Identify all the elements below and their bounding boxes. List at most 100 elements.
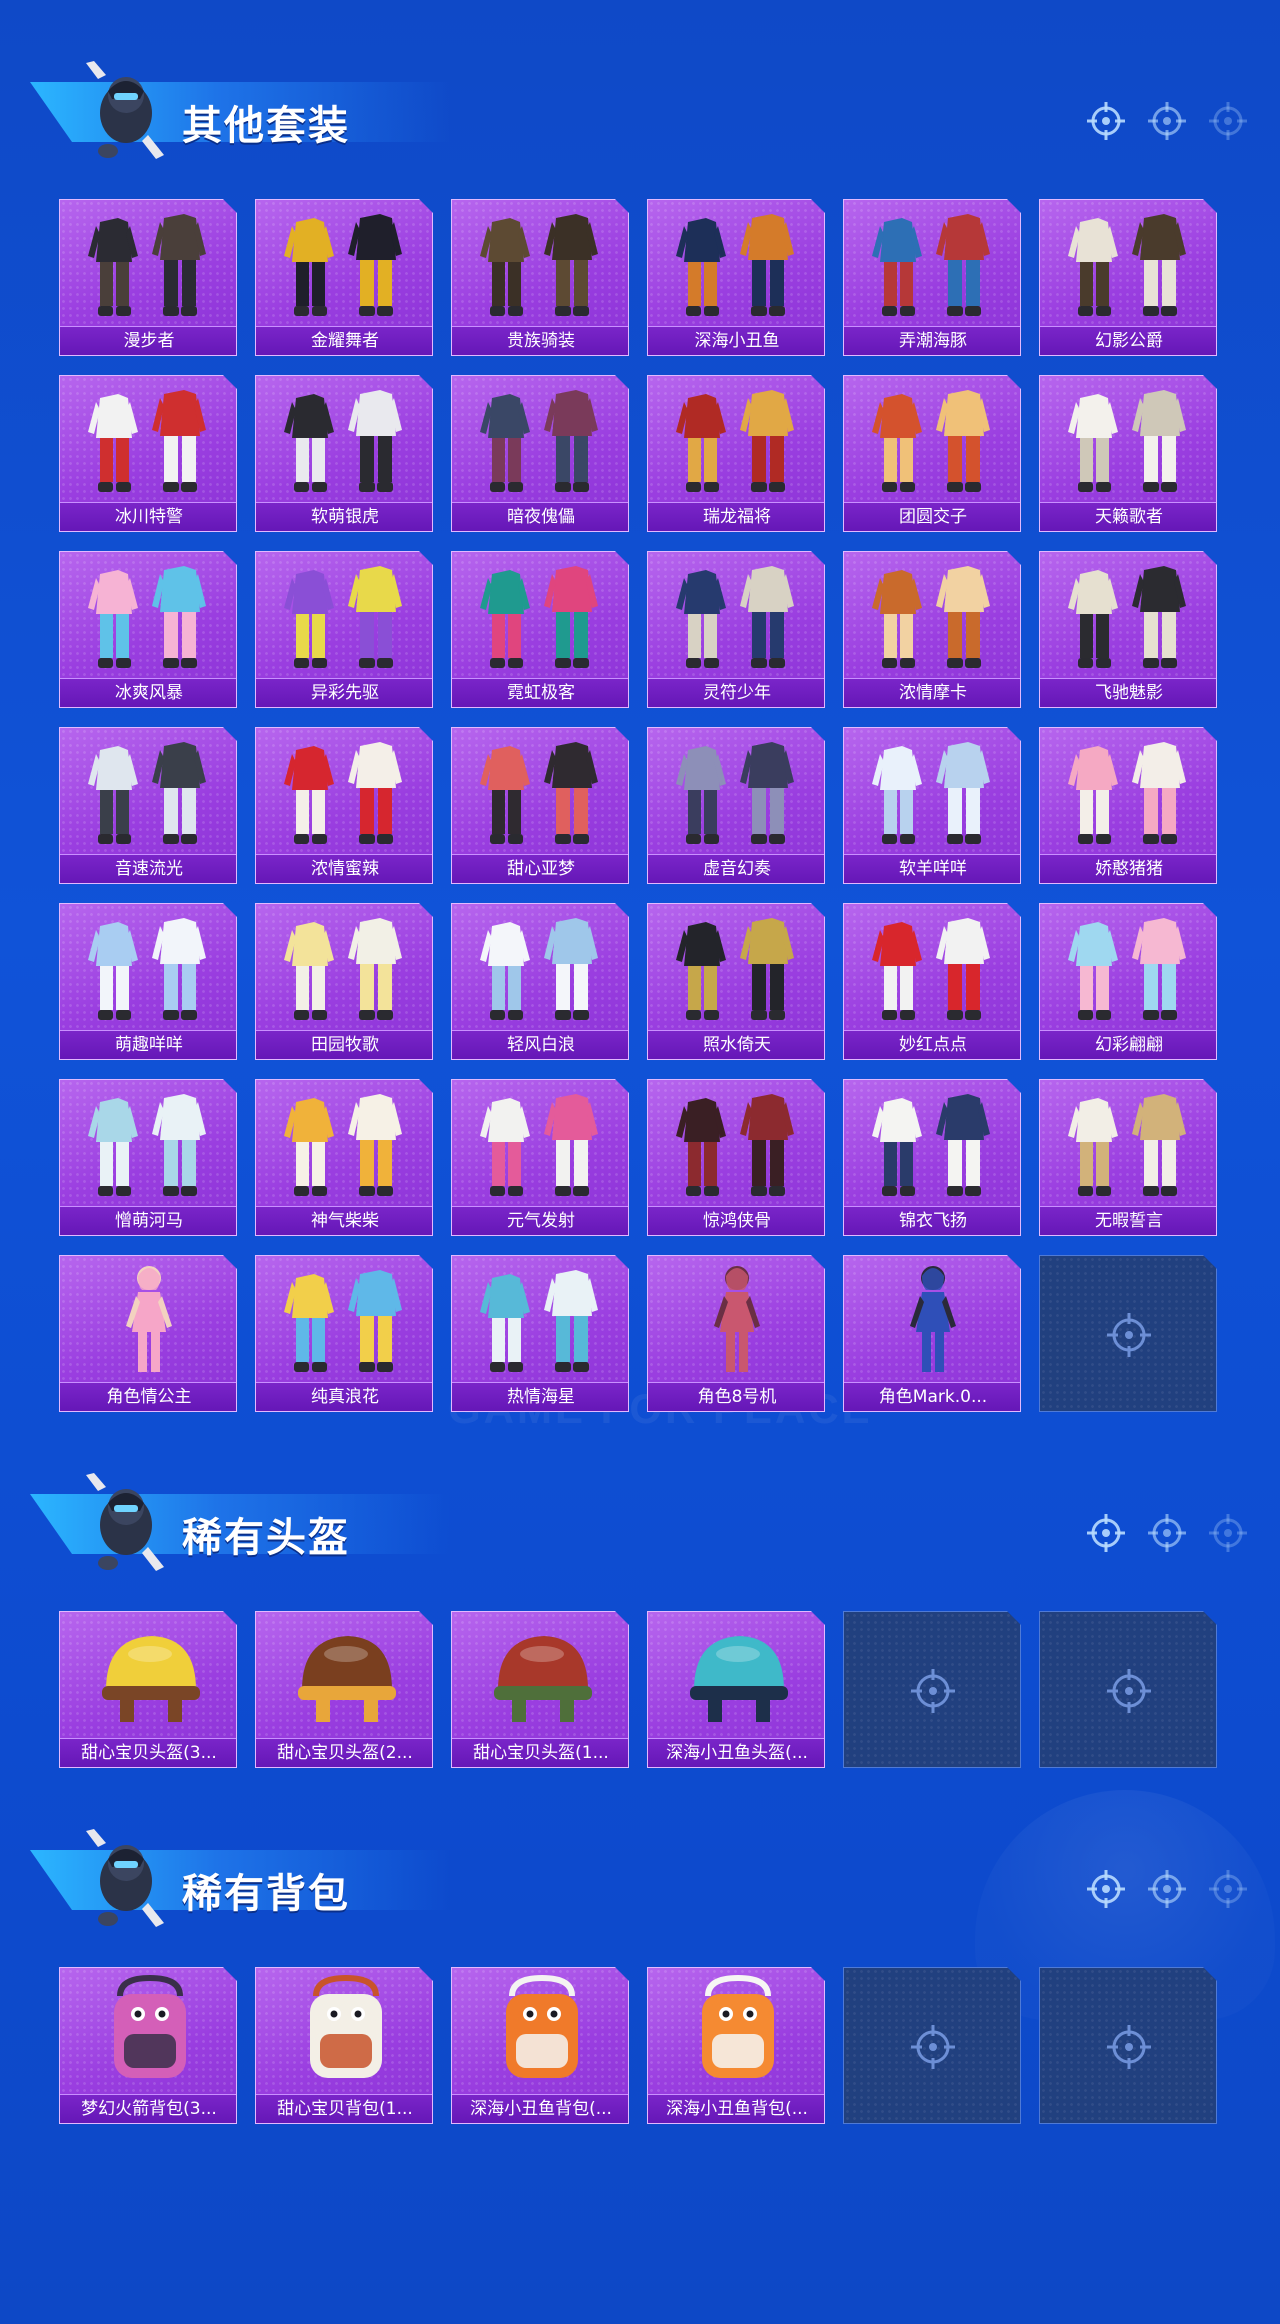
item-card[interactable]: 锦衣飞扬 bbox=[843, 1079, 1021, 1236]
item-grid: 梦幻火箭背包(3... 甜心宝贝背包(1... 深海小丑鱼背包(... 深海小丑鱼背包… bbox=[59, 1967, 1217, 2124]
section-rare-backpacks: 稀有背包 梦幻火箭背包(3... 甜心宝贝背包(1... 深海小丑鱼背包(... 深海… bbox=[0, 1823, 1280, 2124]
item-card[interactable]: 深海小丑鱼背包(... bbox=[647, 1967, 825, 2124]
outfit-image bbox=[284, 214, 402, 316]
item-label: 天籁歌者 bbox=[1040, 502, 1216, 531]
item-card[interactable]: 深海小丑鱼背包(... bbox=[451, 1967, 629, 2124]
soldier-mascot-icon bbox=[86, 61, 164, 159]
item-card[interactable]: 深海小丑鱼 bbox=[647, 199, 825, 356]
empty-slot bbox=[843, 1611, 1021, 1768]
crosshair-icon bbox=[1107, 1669, 1151, 1713]
item-label: 萌趣咩咩 bbox=[60, 1030, 236, 1059]
item-label: 热情海星 bbox=[452, 1382, 628, 1411]
item-card[interactable]: 漫步者 bbox=[59, 199, 237, 356]
outfit-image bbox=[1068, 390, 1186, 492]
item-card[interactable]: 天籁歌者 bbox=[1039, 375, 1217, 532]
section-header: 其他套装 bbox=[0, 55, 1280, 175]
outfit-image bbox=[676, 390, 794, 492]
item-label: 冰川特警 bbox=[60, 502, 236, 531]
item-label: 照水倚天 bbox=[648, 1030, 824, 1059]
item-label: 甜心宝贝背包(1... bbox=[256, 2094, 432, 2123]
item-label: 霓虹极客 bbox=[452, 678, 628, 707]
item-card[interactable]: 娇憨猪猪 bbox=[1039, 727, 1217, 884]
item-card[interactable]: 热情海星 bbox=[451, 1255, 629, 1412]
item-card[interactable]: 软萌银虎 bbox=[255, 375, 433, 532]
item-card[interactable]: 角色情公主 bbox=[59, 1255, 237, 1412]
item-label: 锦衣飞扬 bbox=[844, 1206, 1020, 1235]
crosshair-icon bbox=[1209, 1870, 1247, 1908]
item-card[interactable]: 瑞龙福将 bbox=[647, 375, 825, 532]
item-card[interactable]: 冰爽风暴 bbox=[59, 551, 237, 708]
section-other-outfits: 其他套装 漫步者 金耀舞者 贵族骑装 深海小丑鱼 弄潮海豚 幻影公爵冰川特警 软萌银虎 暗夜傀… bbox=[0, 55, 1280, 1425]
item-card[interactable]: 甜心宝贝头盔(3... bbox=[59, 1611, 237, 1768]
outfit-image bbox=[480, 1094, 598, 1196]
backpack-image bbox=[506, 1974, 578, 2078]
outfit-image bbox=[284, 566, 402, 668]
character-image bbox=[126, 1266, 172, 1372]
item-card[interactable]: 角色8号机 bbox=[647, 1255, 825, 1412]
item-card[interactable]: 田园牧歌 bbox=[255, 903, 433, 1060]
item-card[interactable]: 萌趣咩咩 bbox=[59, 903, 237, 1060]
outfit-image bbox=[676, 214, 794, 316]
item-label: 纯真浪花 bbox=[256, 1382, 432, 1411]
item-card[interactable]: 异彩先驱 bbox=[255, 551, 433, 708]
item-label: 深海小丑鱼背包(... bbox=[452, 2094, 628, 2123]
item-card[interactable]: 无暇誓言 bbox=[1039, 1079, 1217, 1236]
item-card[interactable]: 照水倚天 bbox=[647, 903, 825, 1060]
item-card[interactable]: 角色Mark.0... bbox=[843, 1255, 1021, 1412]
outfit-image bbox=[872, 390, 990, 492]
item-label: 田园牧歌 bbox=[256, 1030, 432, 1059]
item-card[interactable]: 梦幻火箭背包(3... bbox=[59, 1967, 237, 2124]
item-card[interactable]: 甜心宝贝头盔(1... bbox=[451, 1611, 629, 1768]
item-card[interactable]: 霓虹极客 bbox=[451, 551, 629, 708]
crosshair-icon bbox=[1107, 1313, 1151, 1357]
outfit-image bbox=[676, 742, 794, 844]
item-card[interactable]: 憎萌河马 bbox=[59, 1079, 237, 1236]
crosshair-icon bbox=[1087, 1870, 1125, 1908]
section-header: 稀有头盔 bbox=[0, 1467, 1280, 1587]
item-label: 漫步者 bbox=[60, 326, 236, 355]
outfit-image bbox=[480, 1270, 598, 1372]
backpack-image bbox=[310, 1974, 382, 2078]
item-card[interactable]: 幻影公爵 bbox=[1039, 199, 1217, 356]
item-card[interactable]: 贵族骑装 bbox=[451, 199, 629, 356]
item-label: 弄潮海豚 bbox=[844, 326, 1020, 355]
item-card[interactable]: 深海小丑鱼头盔(... bbox=[647, 1611, 825, 1768]
item-card[interactable]: 甜心宝贝头盔(2... bbox=[255, 1611, 433, 1768]
outfit-image bbox=[480, 918, 598, 1020]
item-card[interactable]: 虚音幻奏 bbox=[647, 727, 825, 884]
outfit-image bbox=[1068, 214, 1186, 316]
outfit-image bbox=[284, 1270, 402, 1372]
item-label: 音速流光 bbox=[60, 854, 236, 883]
item-card[interactable]: 飞驰魅影 bbox=[1039, 551, 1217, 708]
item-label: 贵族骑装 bbox=[452, 326, 628, 355]
item-label: 娇憨猪猪 bbox=[1040, 854, 1216, 883]
item-card[interactable]: 惊鸿侠骨 bbox=[647, 1079, 825, 1236]
item-card[interactable]: 浓情蜜辣 bbox=[255, 727, 433, 884]
item-card[interactable]: 纯真浪花 bbox=[255, 1255, 433, 1412]
item-card[interactable]: 暗夜傀儡 bbox=[451, 375, 629, 532]
item-label: 异彩先驱 bbox=[256, 678, 432, 707]
item-label: 暗夜傀儡 bbox=[452, 502, 628, 531]
outfit-image bbox=[480, 742, 598, 844]
item-label: 冰爽风暴 bbox=[60, 678, 236, 707]
item-label: 角色Mark.0... bbox=[844, 1382, 1020, 1411]
item-card[interactable]: 甜心宝贝背包(1... bbox=[255, 1967, 433, 2124]
outfit-image bbox=[88, 918, 206, 1020]
item-card[interactable]: 团圆交子 bbox=[843, 375, 1021, 532]
item-card[interactable]: 妙红点点 bbox=[843, 903, 1021, 1060]
item-card[interactable]: 幻彩翩翩 bbox=[1039, 903, 1217, 1060]
item-card[interactable]: 灵符少年 bbox=[647, 551, 825, 708]
item-label: 轻风白浪 bbox=[452, 1030, 628, 1059]
item-card[interactable]: 甜心亚梦 bbox=[451, 727, 629, 884]
item-card[interactable]: 元气发射 bbox=[451, 1079, 629, 1236]
item-card[interactable]: 金耀舞者 bbox=[255, 199, 433, 356]
item-card[interactable]: 轻风白浪 bbox=[451, 903, 629, 1060]
item-card[interactable]: 弄潮海豚 bbox=[843, 199, 1021, 356]
item-card[interactable]: 浓情摩卡 bbox=[843, 551, 1021, 708]
section-rare-helmets: 稀有头盔 甜心宝贝头盔(3... 甜心宝贝头盔(2... 甜心宝贝头盔(1... 深海… bbox=[0, 1467, 1280, 1768]
item-card[interactable]: 冰川特警 bbox=[59, 375, 237, 532]
item-card[interactable]: 软羊咩咩 bbox=[843, 727, 1021, 884]
item-card[interactable]: 音速流光 bbox=[59, 727, 237, 884]
outfit-image bbox=[1068, 566, 1186, 668]
item-card[interactable]: 神气柴柴 bbox=[255, 1079, 433, 1236]
